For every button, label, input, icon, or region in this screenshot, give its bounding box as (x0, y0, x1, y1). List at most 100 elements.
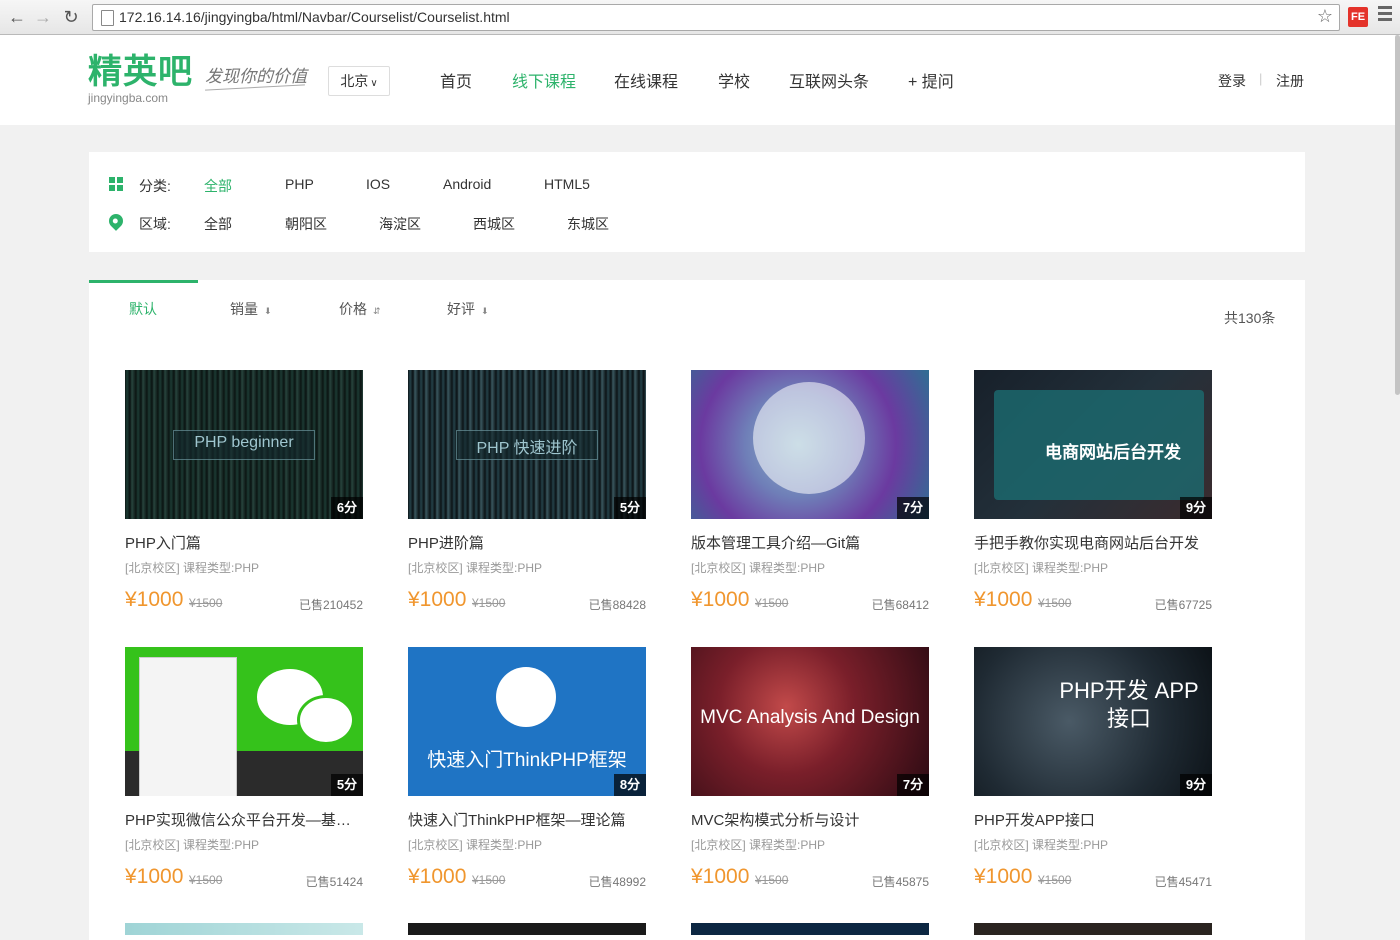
rating-badge: 7分 (897, 774, 929, 796)
course-title[interactable]: MVC架构模式分析与设计 (691, 809, 929, 830)
course-meta: [北京校区] 课程类型:PHP (125, 561, 260, 575)
extension-icon[interactable]: FE (1348, 7, 1368, 27)
course-sold-count: 已售48992 (588, 875, 646, 889)
category-ios[interactable]: IOS (366, 176, 390, 192)
rating-badge: 5分 (614, 497, 646, 519)
area-all[interactable]: 全部 (204, 214, 232, 234)
course-card[interactable]: 7分 版本管理工具介绍—Git篇 [北京校区] 课程类型:PHP ¥1000 ¥1500… (691, 370, 929, 630)
course-title[interactable]: PHP实现微信公众平台开发—基础篇 (125, 809, 363, 830)
logo-sub: jingyingba.com (88, 91, 169, 105)
area-haidian[interactable]: 海淀区 (379, 214, 421, 234)
rating-badge: 9分 (1180, 497, 1212, 519)
area-dongcheng[interactable]: 东城区 (567, 214, 609, 234)
course-card[interactable]: PHP beginner 6分 PHP入门篇 [北京校区] 课程类型:PHP ¥1000… (125, 370, 363, 630)
address-bar[interactable]: 172.16.14.16/jingyingba/html/Navbar/Cour… (92, 4, 1340, 31)
forward-icon[interactable]: → (32, 6, 54, 28)
course-old-price: ¥1500 (755, 596, 789, 610)
sort-default[interactable]: 默认 (129, 299, 157, 319)
course-thumbnail[interactable]: 5分 (125, 647, 363, 796)
nav-online-courses[interactable]: 在线课程 (614, 68, 678, 92)
slogan: 发现你的价值 (205, 67, 307, 87)
course-meta: [北京校区] 课程类型:PHP (125, 838, 260, 852)
page-icon (101, 10, 114, 26)
page-scrollbar[interactable] (1395, 35, 1400, 935)
course-thumbnail[interactable]: 7分 (691, 370, 929, 519)
category-php[interactable]: PHP (285, 176, 314, 192)
course-meta: [北京校区] 课程类型:PHP (974, 838, 1109, 852)
city-label: 北京 (340, 73, 369, 89)
course-thumbnail[interactable]: MVC Analysis And Design 7分 (691, 647, 929, 796)
rating-badge: 7分 (897, 497, 929, 519)
total-count: 共130条 (1224, 310, 1276, 326)
area-chaoyang[interactable]: 朝阳区 (285, 214, 327, 234)
course-title[interactable]: PHP入门篇 (125, 532, 363, 553)
course-sold-count: 已售88428 (588, 598, 646, 612)
course-card[interactable]: PHP开发 APP接口 9分 PHP开发APP接口 [北京校区] 课程类型:PHP ¥1… (974, 647, 1212, 907)
filter-panel: 分类: 全部 PHP IOS Android HTML5 区域: 全部 朝阳区 … (89, 152, 1305, 252)
sort-sales[interactable]: 销量 ⬇ (230, 299, 272, 319)
course-thumb-peek (974, 923, 1212, 935)
course-thumbnail[interactable]: 电商网站后台开发 9分 (974, 370, 1212, 519)
sort-updown-icon: ⇵ (373, 306, 381, 316)
url-text[interactable]: 172.16.14.16/jingyingba/html/Navbar/Cour… (119, 9, 510, 25)
nav-schools[interactable]: 学校 (718, 68, 750, 92)
nav-ask[interactable]: + 提问 (908, 68, 954, 92)
thumb-caption: PHP 快速进阶 (476, 440, 578, 457)
course-old-price: ¥1500 (189, 596, 223, 610)
thumb-caption: 电商网站后台开发 (1045, 443, 1181, 462)
category-grid-icon (109, 177, 123, 191)
category-android[interactable]: Android (443, 176, 491, 192)
course-thumbnail[interactable]: PHP 快速进阶 5分 (408, 370, 646, 519)
bookmark-star-icon[interactable]: ☆ (1317, 6, 1333, 27)
wechat-logo-icon (297, 695, 355, 745)
login-link[interactable]: 登录 (1218, 71, 1246, 91)
sort-rating[interactable]: 好评 ⬇ (447, 299, 489, 319)
course-price: ¥1000 (691, 865, 750, 888)
course-sold-count: 已售51424 (305, 875, 363, 889)
rating-badge: 6分 (331, 497, 363, 519)
course-sold-count: 已售68412 (871, 598, 929, 612)
course-title[interactable]: PHP进阶篇 (408, 532, 646, 553)
course-thumbnail[interactable]: PHP beginner 6分 (125, 370, 363, 519)
course-sold-count: 已售45875 (871, 875, 929, 889)
thumb-caption: MVC Analysis And Design (700, 707, 920, 728)
scroll-thumb[interactable] (1395, 35, 1400, 395)
category-html5[interactable]: HTML5 (544, 176, 590, 192)
sort-down-icon: ⬇ (481, 306, 489, 316)
course-sold-count: 已售45471 (1154, 875, 1212, 889)
course-title[interactable]: PHP开发APP接口 (974, 809, 1212, 830)
course-title[interactable]: 版本管理工具介绍—Git篇 (691, 532, 929, 553)
browser-menu-icon[interactable] (1378, 6, 1392, 24)
course-card[interactable]: MVC Analysis And Design 7分 MVC架构模式分析与设计 [北京… (691, 647, 929, 907)
phone-screenshot (139, 657, 237, 796)
thinkphp-logo-icon (496, 667, 556, 727)
logo-main: 精英吧 (88, 53, 193, 91)
area-xicheng[interactable]: 西城区 (473, 214, 515, 234)
city-select[interactable]: 北京 ∨ (328, 66, 390, 96)
category-all[interactable]: 全部 (204, 176, 232, 196)
area-label: 区域: (139, 216, 171, 232)
back-icon[interactable]: ← (6, 6, 28, 28)
course-thumbnail[interactable]: PHP开发 APP接口 9分 (974, 647, 1212, 796)
sort-default-label: 默认 (129, 301, 157, 317)
course-sold-count: 已售210452 (298, 598, 363, 612)
course-title[interactable]: 快速入门ThinkPHP框架—理论篇 (408, 809, 646, 830)
sort-price[interactable]: 价格 ⇵ (339, 299, 381, 319)
sort-down-icon: ⬇ (264, 306, 272, 316)
nav-headlines[interactable]: 互联网头条 (789, 68, 869, 92)
logo[interactable]: 精英吧 jingyingba.com (88, 53, 193, 105)
nav-offline-courses[interactable]: 线下课程 (512, 68, 576, 92)
github-octocat-icon (753, 382, 865, 494)
chevron-down-icon: ∨ (370, 78, 378, 89)
course-title[interactable]: 手把手教你实现电商网站后台开发 (974, 532, 1212, 553)
course-card[interactable]: 快速入门ThinkPHP框架 8分 快速入门ThinkPHP框架—理论篇 [北京校区]… (408, 647, 646, 907)
course-card[interactable]: 5分 PHP实现微信公众平台开发—基础篇 [北京校区] 课程类型:PHP ¥1000 ¥… (125, 647, 363, 907)
nav-home[interactable]: 首页 (440, 68, 472, 92)
course-card[interactable]: 电商网站后台开发 9分 手把手教你实现电商网站后台开发 [北京校区] 课程类型:PHP… (974, 370, 1212, 630)
reload-icon[interactable]: ↻ (60, 6, 82, 28)
course-card[interactable]: PHP 快速进阶 5分 PHP进阶篇 [北京校区] 课程类型:PHP ¥1000 ¥150… (408, 370, 646, 630)
course-thumbnail[interactable]: 快速入门ThinkPHP框架 8分 (408, 647, 646, 796)
course-price: ¥1000 (974, 588, 1033, 611)
course-thumb-peek (691, 923, 929, 935)
register-link[interactable]: 注册 (1276, 71, 1304, 91)
